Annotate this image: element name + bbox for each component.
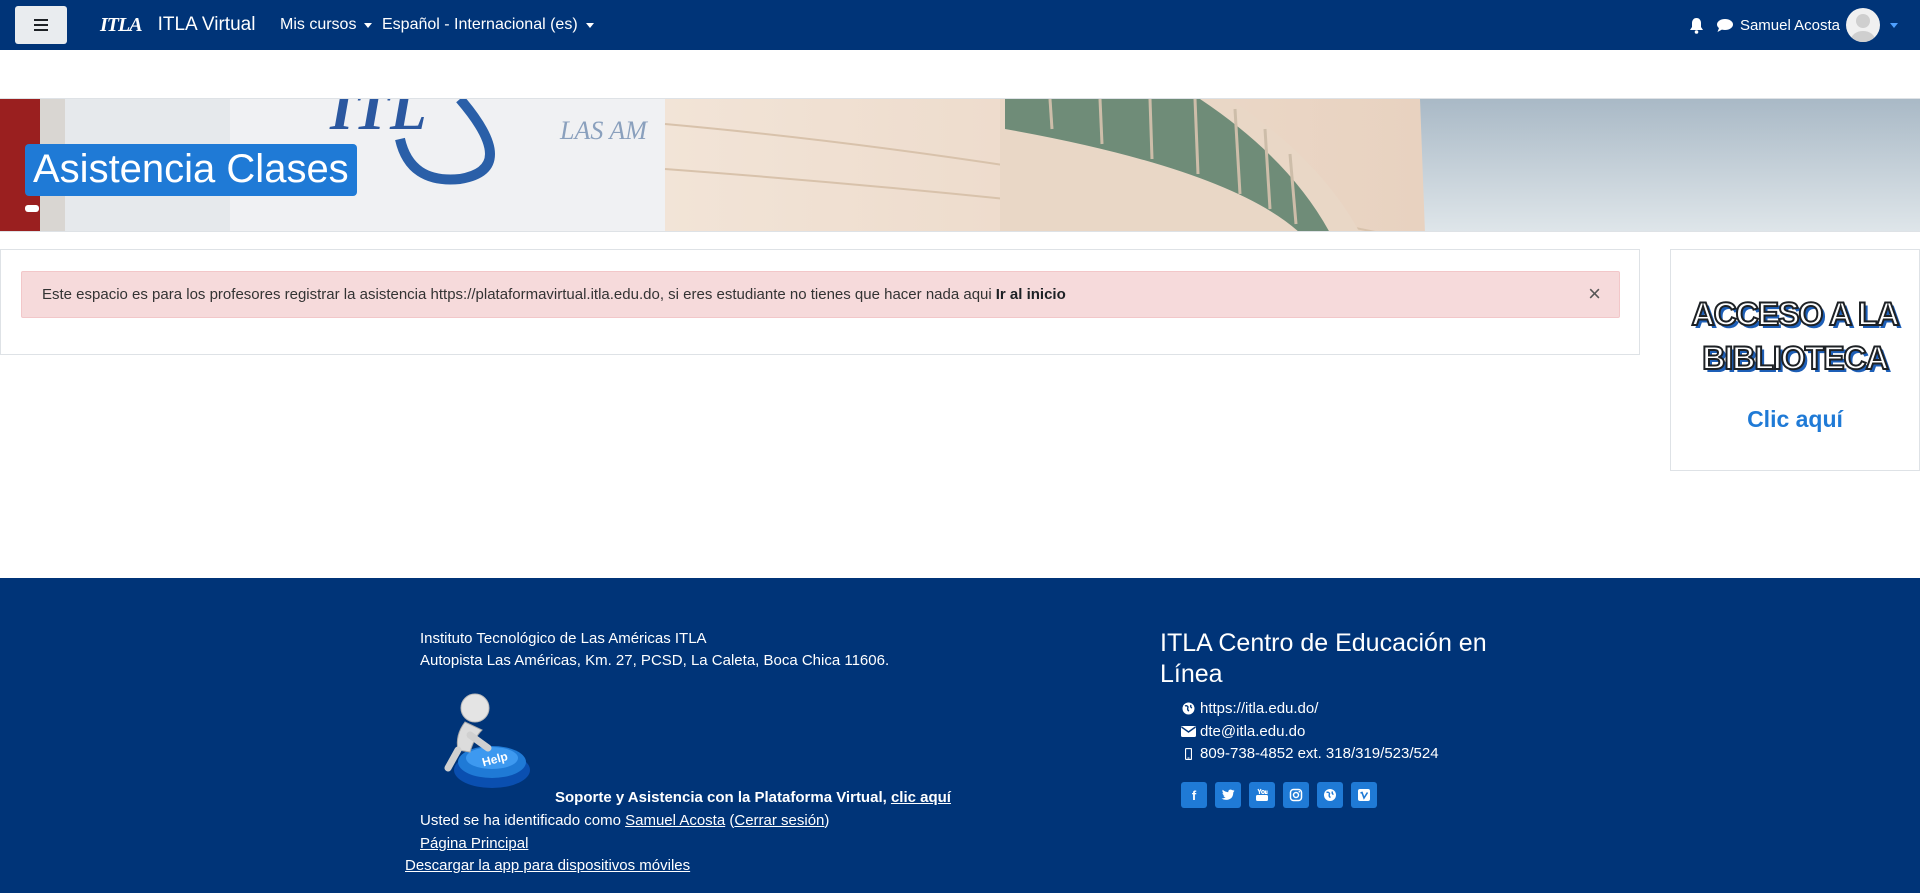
site-name[interactable]: ITLA Virtual xyxy=(158,14,256,36)
website-link[interactable]: https://itla.edu.do/ xyxy=(1200,700,1318,717)
logout-link[interactable]: Cerrar sesión xyxy=(734,812,824,829)
institution-name: Instituto Tecnológico de Las Américas IT… xyxy=(420,630,707,647)
globe-icon[interactable] xyxy=(1317,782,1343,808)
caret-down-icon xyxy=(364,22,373,28)
itla-logo: ITLA xyxy=(100,13,143,36)
my-courses-menu[interactable]: Mis cursos xyxy=(280,0,373,50)
phone-contact: 809-738-4852 ext. 318/319/523/524 xyxy=(1180,745,1439,762)
caret-down-icon xyxy=(585,22,594,28)
vimeo-icon[interactable] xyxy=(1351,782,1377,808)
footer: Instituto Tecnológico de Las Américas IT… xyxy=(0,578,1920,893)
bell-icon[interactable] xyxy=(1689,17,1704,34)
logged-in-prefix: Usted se ha identificado como xyxy=(420,812,621,829)
support-link[interactable]: clic aquí xyxy=(891,789,951,806)
envelope-icon xyxy=(1180,726,1196,737)
library-access-block: ACCESO A LA BIBLIOTECA Clic aquí xyxy=(1670,249,1920,471)
top-navbar: ITLA ITLA Virtual Mis cursos Español - I… xyxy=(0,0,1920,50)
library-link[interactable]: Clic aquí xyxy=(1671,406,1919,433)
alert-text: Este espacio es para los profesores regi… xyxy=(42,286,992,303)
help-icon[interactable]: Help xyxy=(430,690,540,795)
support-text: Soporte y Asistencia con la Plataforma V… xyxy=(555,789,887,806)
go-home-link[interactable]: Ir al inicio xyxy=(996,286,1066,303)
hamburger-icon[interactable] xyxy=(15,6,67,44)
alert-message: Este espacio es para los profesores regi… xyxy=(21,271,1620,318)
user-area: Samuel Acosta xyxy=(1689,0,1920,50)
globe-icon xyxy=(1180,702,1196,715)
youtube-icon[interactable] xyxy=(1249,782,1275,808)
email-contact: dte@itla.edu.do xyxy=(1180,723,1305,740)
user-name[interactable]: Samuel Acosta xyxy=(1740,17,1840,34)
download-app-link[interactable]: Descargar la app para dispositivos móvil… xyxy=(405,857,690,874)
phone-number: 809-738-4852 ext. 318/319/523/524 xyxy=(1200,745,1439,762)
user-menu-caret-icon[interactable] xyxy=(1890,22,1898,28)
social-links: f xyxy=(1181,782,1385,808)
home-page-link[interactable]: Página Principal xyxy=(420,835,528,852)
library-title: ACCESO A LA BIBLIOTECA xyxy=(1671,292,1919,380)
header-indicator xyxy=(25,205,39,212)
library-title-line1: ACCESO A LA xyxy=(1690,295,1900,333)
language-menu[interactable]: Español - Internacional (es) xyxy=(382,0,594,50)
header-banner-image: ITL LAS AM Asistencia Clases xyxy=(0,98,1920,232)
main-content-card: Este espacio es para los profesores regi… xyxy=(0,249,1640,355)
center-title: ITLA Centro de Educación en Línea xyxy=(1160,629,1487,688)
language-label: Español - Internacional (es) xyxy=(382,16,578,33)
support-line: Soporte y Asistencia con la Plataforma V… xyxy=(555,789,951,806)
avatar[interactable] xyxy=(1846,8,1880,42)
library-title-line2: BIBLIOTECA xyxy=(1701,339,1890,377)
page-title: Asistencia Clases xyxy=(25,144,357,196)
chat-icon[interactable] xyxy=(1716,18,1734,33)
close-icon[interactable]: × xyxy=(1588,281,1601,307)
website-contact: https://itla.edu.do/ xyxy=(1180,700,1318,717)
instagram-icon[interactable] xyxy=(1283,782,1309,808)
my-courses-label: Mis cursos xyxy=(280,16,357,33)
logged-in-info: Usted se ha identificado como Samuel Aco… xyxy=(420,812,829,829)
svg-text:LAS AM: LAS AM xyxy=(559,116,648,145)
profile-link[interactable]: Samuel Acosta xyxy=(625,812,725,829)
institution-address: Autopista Las Américas, Km. 27, PCSD, La… xyxy=(420,652,890,669)
svg-text:ITL: ITL xyxy=(329,99,427,142)
brand[interactable]: ITLA ITLA Virtual xyxy=(100,0,255,50)
facebook-icon[interactable]: f xyxy=(1181,782,1207,808)
twitter-icon[interactable] xyxy=(1215,782,1241,808)
email-link[interactable]: dte@itla.edu.do xyxy=(1200,723,1305,740)
logout-paren-close: ) xyxy=(824,812,830,829)
mobile-phone-icon xyxy=(1180,747,1196,760)
